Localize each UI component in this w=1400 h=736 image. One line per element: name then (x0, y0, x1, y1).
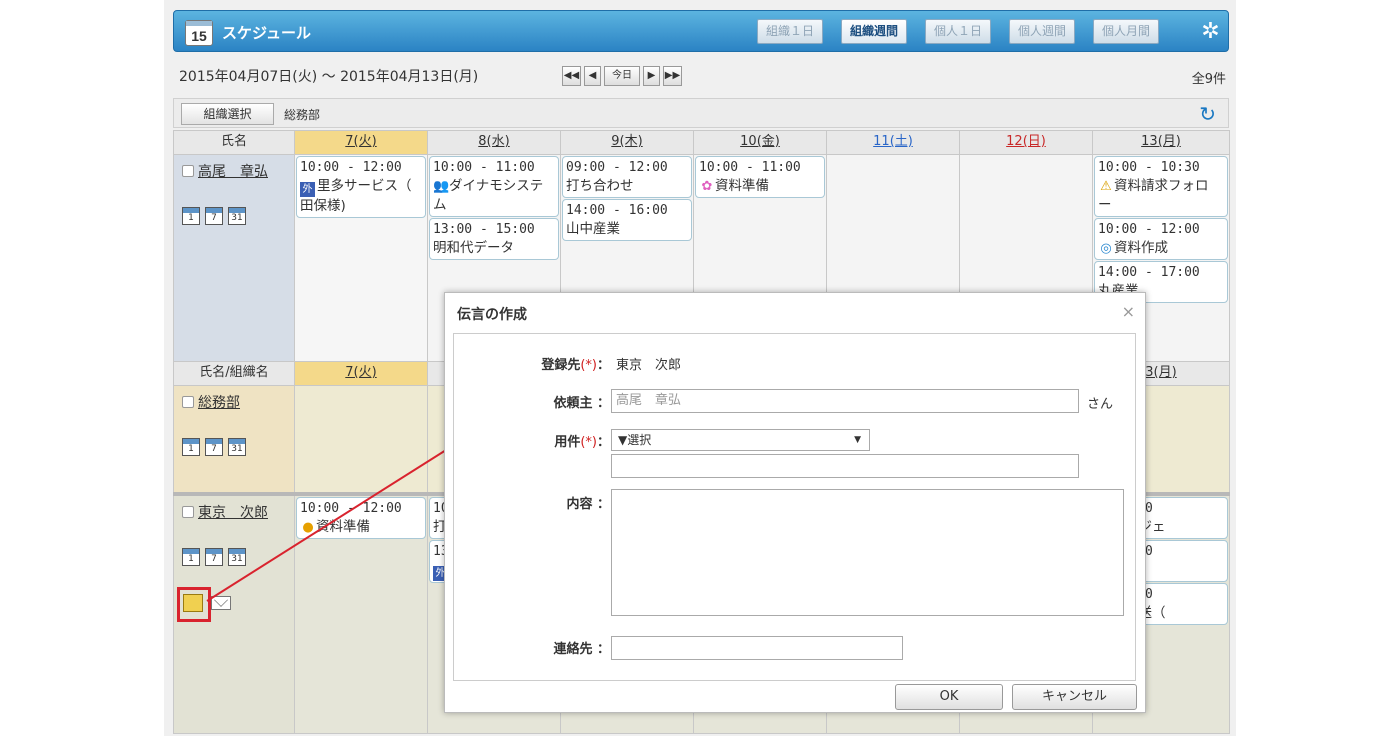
day-view-icon[interactable]: 1 (182, 438, 200, 456)
highlight-box (177, 587, 211, 622)
today-button[interactable]: 今日 (604, 66, 640, 86)
org-name-link[interactable]: 総務部 (198, 395, 240, 411)
total-count: 全9件 (1191, 72, 1226, 87)
contact-input[interactable] (611, 636, 903, 660)
org-bar: 組織選択 総務部 ↻ (173, 98, 1229, 128)
date-range: 2015年04月07日(火) ～ 2015年04月13日(月) (179, 69, 479, 85)
requester-input[interactable]: 高尾 章弘 (611, 389, 1079, 413)
calendar-icon: 15 (185, 20, 213, 46)
first-page-button[interactable]: ◀◀ (562, 66, 581, 86)
week-view-icon[interactable]: 7 (205, 438, 223, 456)
chevron-down-icon: ▼ (854, 435, 861, 445)
subject-select[interactable]: ▼選択 ▼ (611, 429, 870, 451)
prev-button[interactable]: ◀ (584, 66, 601, 86)
org-checkbox[interactable] (182, 396, 194, 408)
event-item[interactable]: 09:00 - 12:00 打ち合わせ (562, 156, 692, 198)
app-header: 15 スケジュール 組織１日 組織週間 個人１日 個人週間 個人月間 ✲ (173, 10, 1229, 52)
org-name: 総務部 (284, 108, 321, 122)
next-button[interactable]: ▶ (643, 66, 660, 86)
org-name-column-header: 氏名/組織名 (173, 361, 295, 386)
contact-label: 連絡先 ： (553, 642, 610, 657)
month-view-icon[interactable]: 31 (228, 438, 246, 456)
day-header[interactable]: 7(火) (294, 361, 428, 386)
day-cell[interactable]: 10:00 - 12:00 ● 資料準備 (294, 493, 428, 734)
content-label: 内容 ： (566, 497, 610, 512)
app-title: スケジュール (222, 24, 311, 42)
view-personal-month-button[interactable]: 個人月間 (1093, 19, 1160, 44)
mail-icon[interactable] (211, 596, 231, 610)
day-header[interactable]: 8(水) (427, 130, 561, 155)
day-cell[interactable]: 10:00 - 12:00 外里多サービス（ 田保様) (294, 154, 428, 362)
day-view-icon[interactable]: 1 (182, 207, 200, 225)
last-page-button[interactable]: ▶▶ (663, 66, 682, 86)
view-org-week-button[interactable]: 組織週間 (841, 19, 908, 44)
org-select-button[interactable]: 組織選択 (181, 103, 274, 125)
grid-header: 氏名 7(火) 8(水) 9(木) 10(金) 11(土) 12(日) 13(月… (173, 130, 1230, 155)
event-item[interactable]: 10:00 - 11:00 👥ダイナモシステム (429, 156, 559, 217)
bulb-icon: ● (302, 519, 314, 535)
day-cell[interactable] (294, 385, 428, 494)
gear-icon[interactable]: ✲ (1195, 16, 1226, 47)
refresh-icon[interactable]: ↻ (1199, 102, 1216, 126)
requester-label: 依頼主 ： (553, 396, 610, 411)
week-view-icon[interactable]: 7 (205, 207, 223, 225)
day-header[interactable]: 10(金) (693, 130, 827, 155)
subject-text-input[interactable] (611, 454, 1079, 478)
flower-icon: ✿ (701, 179, 713, 194)
week-view-icon[interactable]: 7 (205, 547, 223, 566)
requester-suffix: さん (1087, 397, 1114, 412)
dest-label: 登録先(*)： (541, 358, 610, 373)
user-name-link[interactable]: 高尾 章弘 (198, 164, 268, 180)
org-name-cell: 総務部 1 7 31 (173, 385, 295, 494)
event-item[interactable]: 10:00 - 11:00 ✿ 資料準備 (695, 156, 825, 198)
user-name-link[interactable]: 東京 次郎 (198, 505, 268, 521)
day-header[interactable]: 9(木) (560, 130, 694, 155)
event-item[interactable]: 10:00 - 10:30 ⚠ 資料請求フォロー (1094, 156, 1228, 217)
ok-button[interactable]: OK (895, 684, 1003, 710)
event-item[interactable]: 13:00 - 15:00 明和代データ (429, 218, 559, 260)
message-dialog: 伝言の作成 × 登録先(*)： 東京 次郎 依頼主 ： 高尾 章弘 さん 用件(… (444, 292, 1146, 713)
user-name-cell: 高尾 章弘 1 7 31 (173, 154, 295, 362)
day-header-sunday[interactable]: 12(日) (959, 130, 1093, 155)
warning-icon: ⚠ (1100, 179, 1112, 194)
close-icon[interactable]: × (1122, 302, 1135, 321)
dialog-title: 伝言の作成 (457, 307, 527, 323)
event-item[interactable]: 10:00 - 12:00 外里多サービス（ 田保様) (296, 156, 426, 218)
month-view-icon[interactable]: 31 (228, 207, 246, 225)
day-header[interactable]: 13(月) (1092, 130, 1230, 155)
dialog-body: 登録先(*)： 東京 次郎 依頼主 ： 高尾 章弘 さん 用件(*)： ▼選択 ▼… (453, 333, 1136, 681)
event-item[interactable]: 10:00 - 12:00 ● 資料準備 (296, 496, 426, 539)
subject-label: 用件(*)： (554, 435, 610, 450)
day-view-icon[interactable]: 1 (182, 547, 200, 566)
event-item[interactable]: 10:00 - 12:00 ◎ 資料作成 (1094, 218, 1228, 260)
day-header[interactable]: 7(火) (294, 130, 428, 155)
view-org-day-button[interactable]: 組織１日 (757, 19, 824, 44)
day-header-saturday[interactable]: 11(土) (826, 130, 960, 155)
outside-badge: 外 (300, 182, 315, 197)
spiral-icon: ◎ (1100, 241, 1112, 256)
view-personal-week-button[interactable]: 個人週間 (1009, 19, 1076, 44)
user-checkbox[interactable] (182, 505, 194, 518)
event-item[interactable]: 14:00 - 16:00 山中産業 (562, 199, 692, 241)
user-checkbox[interactable] (182, 165, 194, 177)
cancel-button[interactable]: キャンセル (1012, 684, 1137, 710)
dest-value: 東京 次郎 (616, 358, 682, 373)
name-column-header: 氏名 (173, 130, 295, 155)
view-personal-day-button[interactable]: 個人１日 (925, 19, 992, 44)
content-textarea[interactable] (611, 489, 1124, 616)
person-icon: 👥 (433, 179, 450, 194)
month-view-icon[interactable]: 31 (228, 547, 246, 566)
